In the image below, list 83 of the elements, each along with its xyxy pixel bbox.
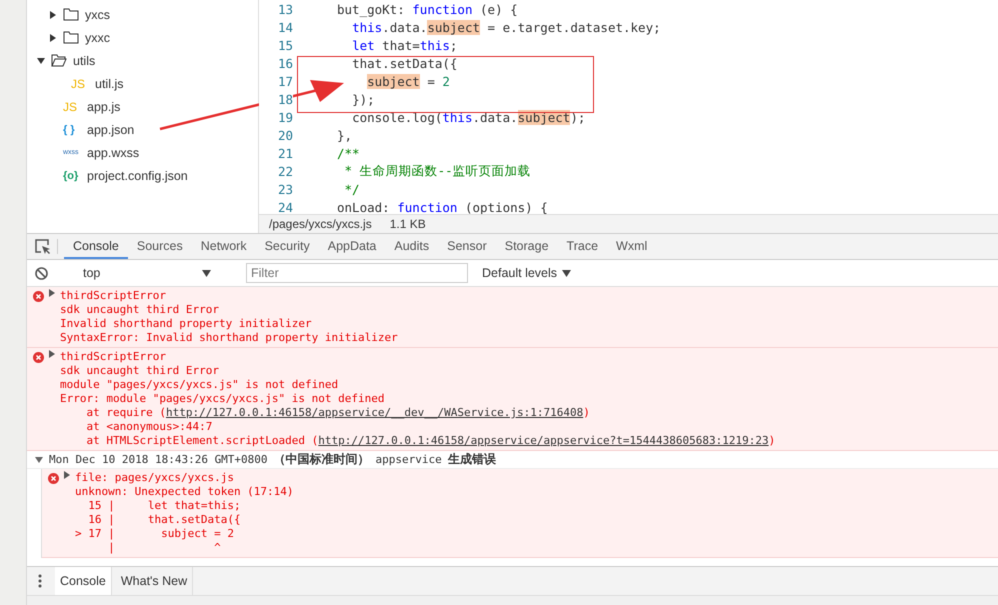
error-text: sdk uncaught third Error xyxy=(60,303,220,317)
disclosure-icon[interactable] xyxy=(49,34,57,42)
group-label: 生成错误 xyxy=(448,451,496,468)
stack-text: at require ( xyxy=(85,406,166,419)
line-number: 18 xyxy=(259,92,293,106)
code-line: let that=this; xyxy=(351,38,458,52)
code-line: onLoad: function (options) { xyxy=(337,200,548,214)
stack-link[interactable]: http://127.0.0.1:46158/appservice/appservice?t=1544438605683:1219:23 xyxy=(318,434,769,447)
devtools-tab[interactable]: Security xyxy=(256,234,319,259)
caret-icon xyxy=(562,270,572,276)
disclosure-icon[interactable] xyxy=(35,456,43,464)
group-source: appservice xyxy=(376,453,442,466)
file-tree-item[interactable]: app.js xyxy=(87,100,120,114)
expand-icon[interactable] xyxy=(48,350,56,358)
code-line: }); xyxy=(351,92,375,106)
file-tree-item[interactable]: project.config.json xyxy=(87,168,188,182)
code-line: }, xyxy=(337,128,352,142)
stack-text: ) xyxy=(583,406,590,419)
file-tree-item[interactable]: app.json xyxy=(87,122,134,136)
error-text: SyntaxError: Invalid shorthand property initializer xyxy=(60,331,398,345)
devtools-tab[interactable]: Wxml xyxy=(607,234,656,259)
error-title: thirdScriptError xyxy=(60,289,167,303)
error-text: sdk uncaught third Error xyxy=(60,364,220,378)
error-icon xyxy=(33,291,44,302)
error-text: | ^ xyxy=(107,541,222,555)
file-size: 1.1 KB xyxy=(390,217,426,231)
error-text: > 17 | subject = 2 xyxy=(75,527,235,541)
folder-icon xyxy=(63,8,79,21)
group-timezone: （中国标准时间） xyxy=(274,451,370,468)
file-path: /pages/yxcs/yxcs.js xyxy=(269,217,372,231)
code-line: this.data.subject = e.target.dataset.key; xyxy=(351,20,661,34)
error-text: 16 | that.setData({ xyxy=(87,513,242,527)
code-line: but_goKt: function (e) { xyxy=(337,2,518,16)
file-type-icon: JS xyxy=(63,100,81,114)
levels-dropdown[interactable]: Default levels xyxy=(476,265,578,281)
file-tree-item[interactable]: yxxc xyxy=(85,30,110,44)
error-title: file: pages/yxcs/yxcs.js xyxy=(75,471,235,485)
inspect-icon[interactable] xyxy=(35,238,51,254)
folder-icon xyxy=(63,31,79,44)
error-text: module "pages/yxcs/yxcs.js" is not defined xyxy=(60,378,340,392)
group-timestamp: Mon Dec 10 2018 18:43:26 GMT+0800 xyxy=(49,453,268,466)
error-text: 15 | let that=this; xyxy=(87,499,242,513)
error-text: Invalid shorthand property initializer xyxy=(60,317,313,331)
file-tree-item[interactable]: utils xyxy=(73,54,96,68)
filter-field[interactable]: Filter xyxy=(246,263,468,283)
devtools-tab[interactable]: Network xyxy=(192,234,256,259)
devtools-tab[interactable]: Sources xyxy=(128,234,192,259)
clear-console-icon[interactable] xyxy=(35,266,48,280)
file-type-icon: { } xyxy=(63,124,81,136)
console-group-header[interactable]: Mon Dec 10 2018 18:43:26 GMT+0800 （中国标准时间） appservice 生成错误 xyxy=(27,451,998,469)
devtools-tab[interactable]: Console xyxy=(64,234,128,259)
file-type-icon: {o} xyxy=(63,170,81,182)
file-tree-item[interactable]: app.wxss xyxy=(87,146,140,160)
caret-icon xyxy=(202,270,211,276)
code-line: /** xyxy=(337,146,360,160)
error-text: at <anonymous>:44:7 xyxy=(85,420,214,434)
expand-icon[interactable] xyxy=(63,471,71,479)
folder-icon xyxy=(51,54,67,67)
error-title: thirdScriptError xyxy=(60,350,167,364)
code-line: console.log(this.data.subject); xyxy=(351,110,586,124)
error-icon xyxy=(33,352,44,363)
stack-link[interactable]: http://127.0.0.1:46158/appservice/__dev__/WAService.js:1:716408 xyxy=(166,406,584,419)
disclosure-icon[interactable] xyxy=(37,56,45,64)
expand-icon[interactable] xyxy=(48,289,56,297)
file-tree-item[interactable]: yxcs xyxy=(85,8,110,22)
error-text: unknown: Unexpected token (17:14) xyxy=(75,485,294,499)
context-select[interactable]: top xyxy=(77,265,217,281)
devtools-tab[interactable]: Sensor xyxy=(438,234,496,259)
devtools-tab[interactable]: Audits xyxy=(385,234,438,259)
code-line: * 生命周期函数--监听页面加载 xyxy=(344,162,531,180)
stack-text: ) xyxy=(768,434,776,447)
devtools-tab[interactable]: Storage xyxy=(496,234,558,259)
error-text: Error: module "pages/yxcs/yxcs.js" is not defined xyxy=(60,392,386,406)
file-tree-item[interactable]: util.js xyxy=(95,76,124,90)
devtools-tab[interactable]: Trace xyxy=(558,234,608,259)
error-icon xyxy=(48,473,59,484)
devtools-tab[interactable]: AppData xyxy=(318,234,386,259)
disclosure-icon[interactable] xyxy=(49,10,57,18)
drawer-tab[interactable]: Console xyxy=(55,567,112,595)
code-line: that.setData({ xyxy=(351,56,458,70)
file-type-icon: JS xyxy=(71,76,89,90)
code-line: */ xyxy=(344,182,360,196)
stack-text: at HTMLScriptElement.scriptLoaded ( xyxy=(85,434,318,447)
